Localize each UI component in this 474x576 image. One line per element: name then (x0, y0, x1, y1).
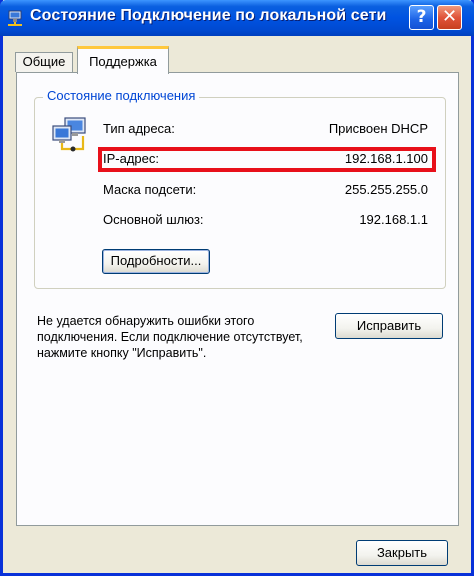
title-bar[interactable]: Состояние Подключение по локальной сети … (0, 0, 474, 36)
tab-support[interactable]: Поддержка (77, 46, 169, 74)
subnet-mask-value: 255.255.255.0 (344, 182, 428, 197)
network-computers-icon (52, 117, 86, 152)
repair-description: Не удается обнаружить ошибки этого подкл… (37, 314, 303, 360)
connection-status-group: Состояние подключения Тип адреса: Присво… (34, 88, 446, 289)
network-connection-icon (8, 10, 22, 26)
support-tab-panel: Состояние подключения Тип адреса: Присво… (16, 72, 459, 526)
details-button[interactable]: Подробности... (102, 249, 210, 274)
default-gateway-label: Основной шлюз: (103, 212, 204, 227)
subnet-mask-label: Маска подсети: (103, 182, 197, 197)
ip-address-highlight (98, 147, 436, 172)
help-button[interactable]: ? (409, 5, 434, 30)
window-title: Состояние Подключение по локальной сети (30, 7, 387, 24)
repair-button[interactable]: Исправить (335, 313, 443, 339)
close-window-button[interactable]: ✕ (437, 5, 462, 30)
group-label: Состояние подключения (43, 88, 200, 103)
address-type-value: Присвоен DHCP (328, 121, 428, 136)
close-button[interactable]: Закрыть (356, 540, 448, 566)
address-type-label: Тип адреса: (103, 121, 175, 136)
default-gateway-value: 192.168.1.1 (359, 212, 428, 227)
connection-status-window: Состояние Подключение по локальной сети … (0, 0, 474, 576)
tab-general[interactable]: Общие (15, 52, 73, 72)
